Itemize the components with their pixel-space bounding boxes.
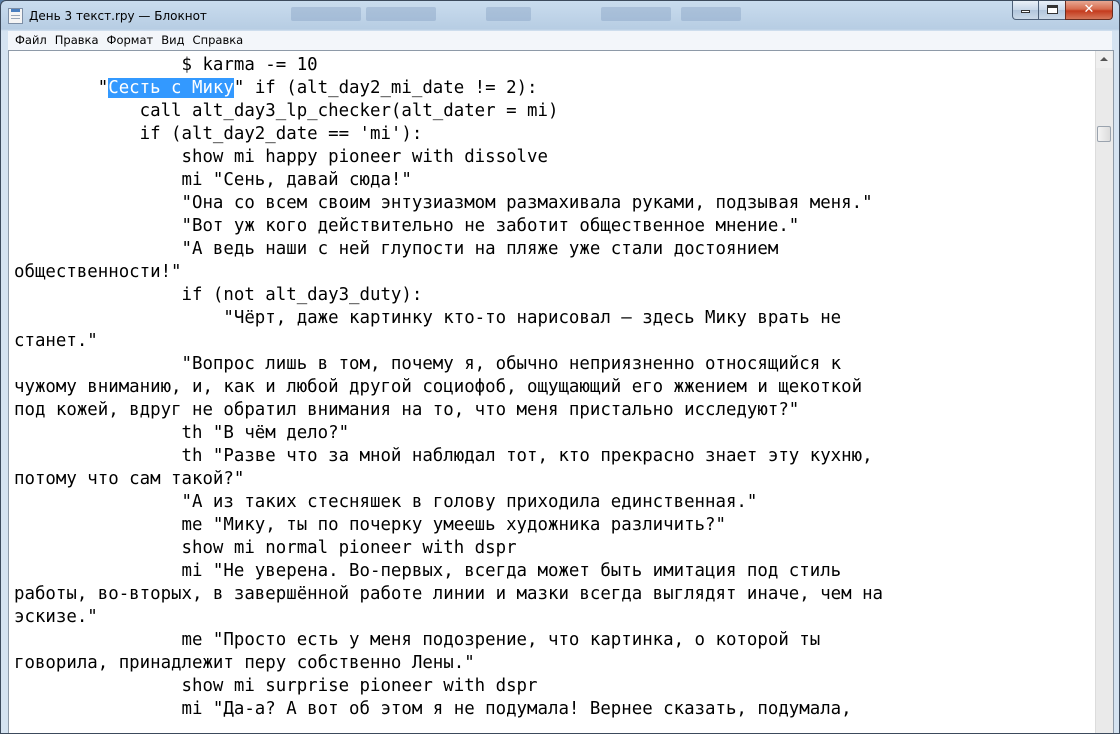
menu-file[interactable]: Файл	[8, 31, 51, 50]
notepad-icon[interactable]	[8, 8, 23, 24]
line-text: $ karma -= 10	[14, 55, 318, 75]
text-line[interactable]: show mi happy pioneer with dissolve	[14, 146, 1096, 169]
text-line[interactable]: if (alt_day2_date == 'mi'):	[14, 123, 1096, 146]
line-text: говорила, принадлежит перу собственно Ле…	[14, 653, 475, 673]
title-bar[interactable]: День 3 текст.rpy — Блокнот ✕	[1, 1, 1119, 31]
line-text: "Вот уж кого действительно не заботит об…	[14, 216, 800, 236]
menu-format[interactable]: Формат	[103, 31, 158, 50]
line-text: эскизе."	[14, 607, 98, 627]
vertical-scrollbar[interactable]	[1095, 51, 1113, 733]
text-line[interactable]: "Сесть с Мику" if (alt_day2_mi_date != 2…	[14, 77, 1096, 100]
line-text: работы, во-вторых, в завершённой работе …	[14, 584, 884, 604]
text-line[interactable]: mi "Да-а? А вот об этом я не подумала! В…	[14, 698, 1096, 721]
text-line[interactable]: $ karma -= 10	[14, 54, 1096, 77]
window-title: День 3 текст.rpy — Блокнот	[29, 9, 207, 23]
line-text: "Она со всем своим энтузиазмом размахива…	[14, 193, 873, 213]
line-text: show mi normal pioneer with dspr	[14, 538, 517, 558]
text-line[interactable]: th "В чём дело?"	[14, 422, 1096, 445]
line-text: "	[14, 78, 109, 98]
menu-help[interactable]: Справка	[189, 31, 248, 50]
text-line[interactable]: говорила, принадлежит перу собственно Ле…	[14, 652, 1096, 675]
line-text: потому что сам такой?"	[14, 469, 245, 489]
notepad-window: День 3 текст.rpy — Блокнот ✕ Файл Правка…	[0, 0, 1120, 734]
scroll-up-button[interactable]	[1096, 51, 1112, 68]
line-text: me "Мику, ты по почерку умеешь художника…	[14, 515, 726, 535]
minimize-icon	[1021, 10, 1030, 13]
line-text: mi "Не уверена. Во-первых, всегда может …	[14, 561, 842, 581]
line-text: mi "Да-а? А вот об этом я не подумала! В…	[14, 699, 852, 719]
close-icon: ✕	[1083, 2, 1095, 17]
line-text: станет."	[14, 331, 98, 351]
line-text: " if (alt_day2_mi_date != 2):	[233, 78, 538, 98]
line-text: me "Просто есть у меня подозрение, что к…	[14, 630, 821, 650]
line-text: th "Разве что за мной наблюдал тот, кто …	[14, 446, 873, 466]
line-text: "Чёрт, даже картинку кто-то нарисовал — …	[14, 308, 842, 328]
text-line[interactable]: эскизе."	[14, 606, 1096, 629]
line-text: "А из таких стесняшек в голову приходила…	[14, 492, 758, 512]
line-text: show mi surprise pioneer with dspr	[14, 676, 538, 696]
text-editor[interactable]: $ karma -= 10 "Сесть с Мику" if (alt_day…	[8, 50, 1114, 733]
selected-text[interactable]: Сесть с Мику	[108, 78, 234, 98]
line-text: "Вопрос лишь в том, почему я, обычно неп…	[14, 354, 842, 374]
line-text: чужому вниманию, и, как и любой другой с…	[14, 377, 863, 397]
text-line[interactable]: show mi surprise pioneer with dspr	[14, 675, 1096, 698]
menu-bar: Файл Правка Формат Вид Справка	[8, 31, 1112, 50]
text-line[interactable]: me "Мику, ты по почерку умеешь художника…	[14, 514, 1096, 537]
line-text: show mi happy pioneer with dissolve	[14, 147, 548, 167]
minimize-button[interactable]	[1012, 1, 1039, 20]
text-line[interactable]: под кожей, вдруг не обратил внимания на …	[14, 399, 1096, 422]
text-line[interactable]: if (not alt_day3_duty):	[14, 284, 1096, 307]
text-line[interactable]: потому что сам такой?"	[14, 468, 1096, 491]
text-line[interactable]: общественности!"	[14, 261, 1096, 284]
text-line[interactable]: me "Просто есть у меня подозрение, что к…	[14, 629, 1096, 652]
text-line[interactable]: "А ведь наши с ней глупости на пляже уже…	[14, 238, 1096, 261]
line-text: mi "Сень, давай сюда!"	[14, 170, 412, 190]
line-text: th "В чём дело?"	[14, 423, 350, 443]
text-line[interactable]: "Вот уж кого действительно не заботит об…	[14, 215, 1096, 238]
text-line[interactable]: чужому вниманию, и, как и любой другой с…	[14, 376, 1096, 399]
text-line[interactable]: mi "Не уверена. Во-первых, всегда может …	[14, 560, 1096, 583]
text-line[interactable]: show mi normal pioneer with dspr	[14, 537, 1096, 560]
menu-view[interactable]: Вид	[157, 31, 188, 50]
line-text: call alt_day3_lp_checker(alt_dater = mi)	[14, 101, 559, 121]
line-text: под кожей, вдруг не обратил внимания на …	[14, 400, 800, 420]
line-text: if (not alt_day3_duty):	[14, 285, 423, 305]
line-text: if (alt_day2_date == 'mi'):	[14, 124, 423, 144]
maximize-button[interactable]	[1038, 1, 1066, 20]
text-line[interactable]: "Чёрт, даже картинку кто-то нарисовал — …	[14, 307, 1096, 330]
text-line[interactable]: "А из таких стесняшек в голову приходила…	[14, 491, 1096, 514]
text-line[interactable]: работы, во-вторых, в завершённой работе …	[14, 583, 1096, 606]
text-line[interactable]: "Вопрос лишь в том, почему я, обычно неп…	[14, 353, 1096, 376]
text-line[interactable]: call alt_day3_lp_checker(alt_dater = mi)	[14, 100, 1096, 123]
line-text: "А ведь наши с ней глупости на пляже уже…	[14, 239, 779, 259]
text-line[interactable]: mi "Сень, давай сюда!"	[14, 169, 1096, 192]
arrow-up-icon	[1100, 57, 1108, 61]
scrollbar-thumb[interactable]	[1097, 126, 1111, 142]
maximize-icon	[1046, 5, 1058, 14]
text-line[interactable]: th "Разве что за мной наблюдал тот, кто …	[14, 445, 1096, 468]
text-line[interactable]: "Она со всем своим энтузиазмом размахива…	[14, 192, 1096, 215]
close-button[interactable]: ✕	[1065, 1, 1113, 20]
text-content[interactable]: $ karma -= 10 "Сесть с Мику" if (alt_day…	[14, 54, 1096, 721]
menu-edit[interactable]: Правка	[51, 31, 103, 50]
line-text: общественности!"	[14, 262, 182, 282]
text-line[interactable]: станет."	[14, 330, 1096, 353]
